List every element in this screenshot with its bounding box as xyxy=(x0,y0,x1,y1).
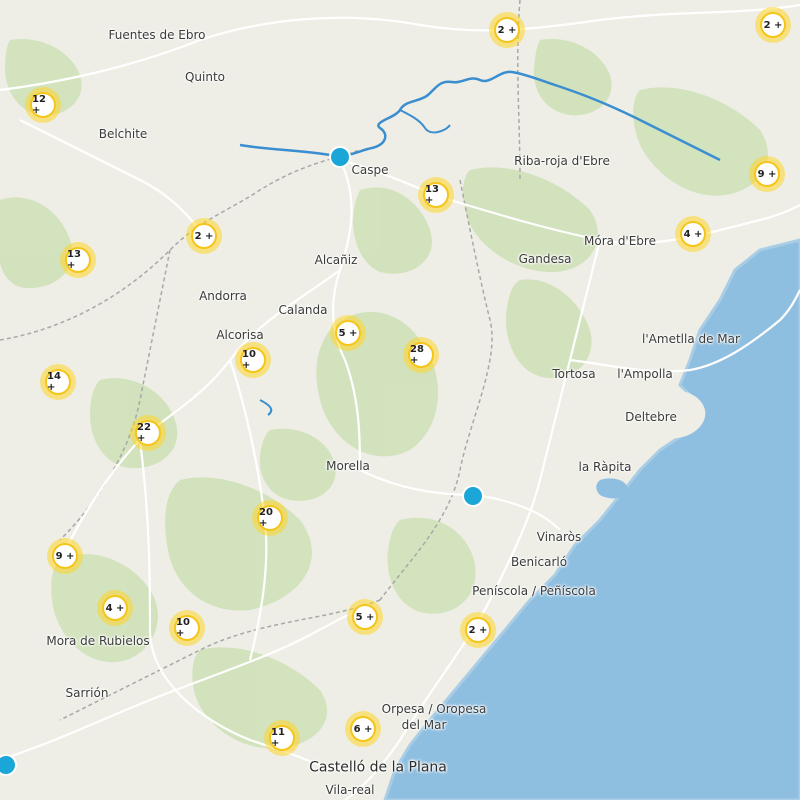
place-label: Riba-roja d'Ebre xyxy=(514,153,610,168)
place-label: Sarrión xyxy=(65,685,109,700)
place-label: Vila-real xyxy=(325,782,375,797)
cluster-marker[interactable]: 11 + xyxy=(264,720,300,756)
cluster-count: 10 + xyxy=(240,347,266,373)
place-label: Deltebre xyxy=(625,409,677,424)
cluster-count: 5 + xyxy=(335,320,361,346)
cluster-marker[interactable]: 2 + xyxy=(489,12,525,48)
cluster-marker[interactable]: 20 + xyxy=(252,500,288,536)
cluster-count: 14 + xyxy=(45,369,71,395)
cluster-count: 22 + xyxy=(135,420,161,446)
place-label: Benicarló xyxy=(510,554,568,569)
place-label: la Ràpita xyxy=(578,459,632,474)
place-label: Morella xyxy=(326,458,370,473)
cluster-marker[interactable]: 10 + xyxy=(235,342,271,378)
cluster-marker[interactable]: 9 + xyxy=(47,538,83,574)
place-label: Belchite xyxy=(98,126,148,141)
place-label: Fuentes de Ebro xyxy=(108,27,206,42)
place-label: Vinaròs xyxy=(536,529,582,544)
place-label: Orpesa / Oropesa xyxy=(381,701,487,716)
cluster-marker[interactable]: 14 + xyxy=(40,364,76,400)
cluster-marker[interactable]: 2 + xyxy=(755,7,791,43)
location-marker-morella-east[interactable] xyxy=(462,485,484,507)
place-label: Calanda xyxy=(278,302,328,317)
cluster-count: 28 + xyxy=(408,342,434,368)
cluster-count: 11 + xyxy=(269,725,295,751)
cluster-count: 5 + xyxy=(352,604,378,630)
cluster-marker[interactable]: 5 + xyxy=(347,599,383,635)
cluster-marker[interactable]: 2 + xyxy=(186,218,222,254)
cluster-marker[interactable]: 2 + xyxy=(460,612,496,648)
place-label: Tortosa xyxy=(552,366,596,381)
cluster-count: 4 + xyxy=(102,595,128,621)
cluster-marker[interactable]: 12 + xyxy=(25,87,61,123)
place-label: Quinto xyxy=(184,69,226,84)
place-label: Andorra xyxy=(199,288,247,303)
place-label: l'Ametlla de Mar xyxy=(642,331,740,346)
cluster-marker[interactable]: 9 + xyxy=(749,156,785,192)
cluster-count: 10 + xyxy=(174,615,200,641)
location-marker-caspe[interactable] xyxy=(329,146,351,168)
cluster-marker[interactable]: 10 + xyxy=(169,610,205,646)
cluster-count: 13 + xyxy=(65,247,91,273)
map-basemap xyxy=(0,0,800,800)
cluster-count: 13 + xyxy=(423,182,449,208)
place-label: Gandesa xyxy=(518,251,572,266)
cluster-marker[interactable]: 22 + xyxy=(130,415,166,451)
cluster-count: 2 + xyxy=(494,17,520,43)
place-label: Alcorisa xyxy=(216,327,264,342)
cluster-count: 6 + xyxy=(350,716,376,742)
cluster-marker[interactable]: 13 + xyxy=(60,242,96,278)
place-label: Mora de Rubielos xyxy=(46,633,150,648)
cluster-count: 2 + xyxy=(760,12,786,38)
place-label: Caspe xyxy=(351,162,389,177)
place-label: Alcañiz xyxy=(314,252,358,267)
cluster-count: 12 + xyxy=(30,92,56,118)
cluster-count: 2 + xyxy=(191,223,217,249)
place-label: del Mar xyxy=(401,717,447,732)
cluster-marker[interactable]: 4 + xyxy=(675,216,711,252)
map-view[interactable]: Fuentes de Ebro Quinto Belchite Caspe Ri… xyxy=(0,0,800,800)
cluster-count: 2 + xyxy=(465,617,491,643)
place-label: l'Ampolla xyxy=(617,366,673,381)
place-label: Móra d'Ebre xyxy=(584,233,656,248)
cluster-marker[interactable]: 6 + xyxy=(345,711,381,747)
cluster-marker[interactable]: 13 + xyxy=(418,177,454,213)
cluster-marker[interactable]: 28 + xyxy=(403,337,439,373)
cluster-count: 20 + xyxy=(257,505,283,531)
cluster-count: 9 + xyxy=(754,161,780,187)
place-label: Peníscola / Peñíscola xyxy=(472,583,596,598)
cluster-marker[interactable]: 5 + xyxy=(330,315,366,351)
cluster-count: 4 + xyxy=(680,221,706,247)
cluster-count: 9 + xyxy=(52,543,78,569)
cluster-marker[interactable]: 4 + xyxy=(97,590,133,626)
place-label: Castelló de la Plana xyxy=(309,759,447,776)
